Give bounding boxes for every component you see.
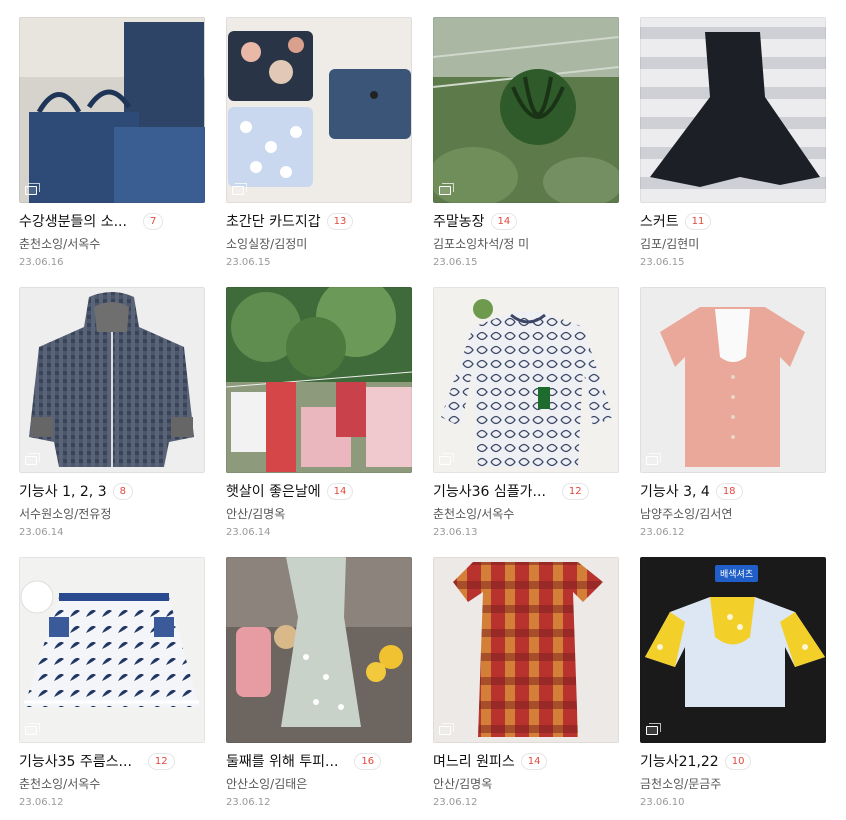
- comment-count[interactable]: 14: [520, 752, 548, 770]
- post-date: 23.06.15: [433, 257, 478, 268]
- post-author[interactable]: 소잉실장/김정미: [226, 235, 412, 251]
- gallery-icon: [439, 183, 454, 195]
- post-thumbnail[interactable]: 배색셔츠: [640, 557, 826, 743]
- post-card[interactable]: 수강생분들의 소... 7 춘천소잉/서옥수 23.06.16: [19, 17, 205, 268]
- gallery-icon: [25, 453, 40, 465]
- post-date: 23.06.16: [19, 257, 64, 268]
- post-date: 23.06.12: [226, 797, 271, 808]
- post-title[interactable]: 햇살이 좋은날에: [226, 481, 321, 501]
- post-author[interactable]: 춘천소잉/서옥수: [433, 505, 619, 521]
- comment-count[interactable]: 14: [326, 482, 354, 500]
- post-card[interactable]: 기능사35 주름스... 12 춘천소잉/서옥수 23.06.12: [19, 557, 205, 808]
- post-thumbnail[interactable]: [640, 287, 826, 473]
- post-thumbnail[interactable]: [19, 17, 205, 203]
- post-date: 23.06.15: [640, 257, 685, 268]
- gallery-icon: [646, 453, 661, 465]
- gallery-icon: [439, 453, 454, 465]
- post-card[interactable]: 배색셔츠 기능사21,22 10 금천소잉/문금주 23.06.10: [640, 557, 826, 808]
- post-title[interactable]: 기능사 1, 2, 3: [19, 481, 107, 501]
- post-author[interactable]: 서수원소잉/전유정: [19, 505, 205, 521]
- comment-count[interactable]: 14: [490, 212, 518, 230]
- post-author[interactable]: 김포소잉차석/정 미: [433, 235, 619, 251]
- post-card[interactable]: 햇살이 좋은날에 14 안산/김명옥 23.06.14: [226, 287, 412, 538]
- post-card[interactable]: 며느리 원피스 14 안산/김명옥 23.06.12: [433, 557, 619, 808]
- post-card[interactable]: 기능사 1, 2, 3 8 서수원소잉/전유정 23.06.14: [19, 287, 205, 538]
- gallery-icon: [646, 723, 661, 735]
- post-card[interactable]: 기능사 3, 4 18 남양주소잉/김서연 23.06.12: [640, 287, 826, 538]
- post-card[interactable]: 기능사36 심플가... 12 춘천소잉/서옥수 23.06.13: [433, 287, 619, 538]
- post-title[interactable]: 기능사 3, 4: [640, 481, 710, 501]
- post-title[interactable]: 며느리 원피스: [433, 751, 515, 771]
- comment-count[interactable]: 11: [684, 212, 712, 230]
- post-thumbnail[interactable]: [226, 557, 412, 743]
- post-title[interactable]: 기능사21,22: [640, 751, 719, 771]
- post-author[interactable]: 안산/김명옥: [433, 775, 619, 791]
- post-date: 23.06.10: [640, 797, 685, 808]
- post-thumbnail[interactable]: [19, 287, 205, 473]
- post-date: 23.06.12: [19, 797, 64, 808]
- post-author[interactable]: 남양주소잉/김서연: [640, 505, 826, 521]
- post-date: 23.06.12: [433, 797, 478, 808]
- post-author[interactable]: 안산소잉/김태은: [226, 775, 412, 791]
- post-thumbnail[interactable]: [226, 17, 412, 203]
- post-thumbnail[interactable]: [433, 287, 619, 473]
- comment-count[interactable]: 18: [715, 482, 743, 500]
- post-thumbnail[interactable]: [19, 557, 205, 743]
- post-date: 23.06.14: [226, 527, 271, 538]
- post-card[interactable]: 주말농장 14 김포소잉차석/정 미 23.06.15: [433, 17, 619, 268]
- post-thumbnail[interactable]: [433, 557, 619, 743]
- post-date: 23.06.13: [433, 527, 478, 538]
- gallery-icon: [25, 183, 40, 195]
- post-author[interactable]: 춘천소잉/서옥수: [19, 775, 205, 791]
- post-thumbnail[interactable]: [433, 17, 619, 203]
- comment-count[interactable]: 10: [724, 752, 752, 770]
- post-date: 23.06.14: [19, 527, 64, 538]
- post-author[interactable]: 안산/김명옥: [226, 505, 412, 521]
- post-date: 23.06.15: [226, 257, 271, 268]
- post-title[interactable]: 기능사36 심플가...: [433, 481, 546, 501]
- gallery-icon: [439, 723, 454, 735]
- post-author[interactable]: 춘천소잉/서옥수: [19, 235, 205, 251]
- post-thumbnail[interactable]: [640, 17, 826, 203]
- gallery-icon: [232, 183, 247, 195]
- post-thumbnail[interactable]: [226, 287, 412, 473]
- post-title[interactable]: 기능사35 주름스...: [19, 751, 132, 771]
- post-title[interactable]: 스커트: [640, 211, 679, 231]
- post-title[interactable]: 주말농장: [433, 211, 485, 231]
- post-card[interactable]: 둘째를 위해 투피... 16 안산소잉/김태은 23.06.12: [226, 557, 412, 808]
- post-title[interactable]: 수강생분들의 소...: [19, 211, 127, 231]
- gallery-icon: [25, 723, 40, 735]
- post-title[interactable]: 둘째를 위해 투피...: [226, 751, 338, 771]
- comment-count[interactable]: 12: [561, 482, 589, 500]
- comment-count[interactable]: 8: [112, 482, 133, 500]
- comment-count[interactable]: 13: [326, 212, 354, 230]
- comment-count[interactable]: 12: [147, 752, 175, 770]
- comment-count[interactable]: 16: [354, 752, 382, 770]
- post-card[interactable]: 초간단 카드지갑 13 소잉실장/김정미 23.06.15: [226, 17, 412, 268]
- image-badge: 배색셔츠: [715, 565, 759, 582]
- post-author[interactable]: 금천소잉/문금주: [640, 775, 826, 791]
- post-card[interactable]: 스커트 11 김포/김현미 23.06.15: [640, 17, 826, 268]
- comment-count[interactable]: 7: [142, 212, 164, 230]
- post-author[interactable]: 김포/김현미: [640, 235, 826, 251]
- post-date: 23.06.12: [640, 527, 685, 538]
- post-title[interactable]: 초간단 카드지갑: [226, 211, 321, 231]
